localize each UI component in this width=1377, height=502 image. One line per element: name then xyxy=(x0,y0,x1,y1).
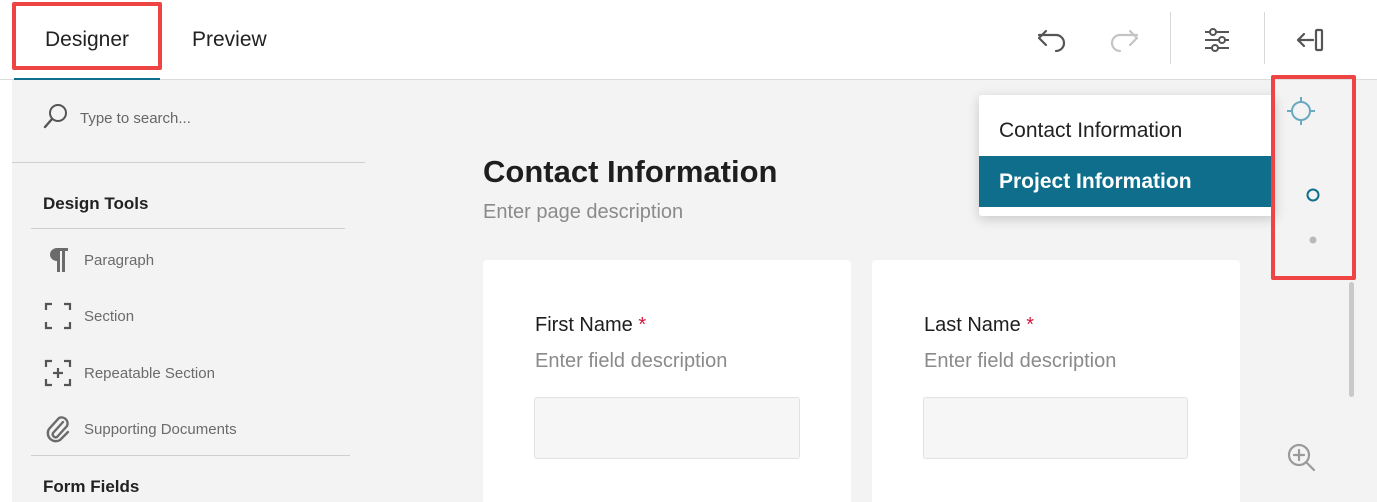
collapse-panel-icon[interactable] xyxy=(1291,20,1331,60)
field-label: Last Name * xyxy=(924,314,1034,337)
tool-repeatable-section[interactable]: Repeatable Section xyxy=(44,359,215,387)
zoom-in-icon[interactable] xyxy=(1284,440,1318,474)
divider xyxy=(12,162,365,163)
first-name-input[interactable] xyxy=(534,397,800,459)
tab-preview[interactable]: Preview xyxy=(192,0,267,80)
left-panel: Design Tools Paragraph Section Repeatabl… xyxy=(12,80,375,502)
design-tools-title: Design Tools xyxy=(43,194,149,213)
tool-paragraph[interactable]: Paragraph xyxy=(44,246,154,274)
tool-supporting-documents-label: Supporting Documents xyxy=(84,420,237,438)
required-asterisk: * xyxy=(638,314,647,336)
tool-repeatable-section-label: Repeatable Section xyxy=(84,364,215,382)
required-asterisk: * xyxy=(1026,314,1035,336)
settings-sliders-icon[interactable] xyxy=(1197,20,1237,60)
last-name-input[interactable] xyxy=(923,397,1188,459)
divider xyxy=(31,228,345,229)
tool-paragraph-label: Paragraph xyxy=(84,251,155,269)
page-nav-item[interactable]: Contact Information xyxy=(979,105,1271,156)
field-description: Enter field description xyxy=(924,350,1117,372)
field-label: First Name * xyxy=(535,314,646,337)
page-nav-dropdown: Contact Information Project Information xyxy=(979,95,1275,216)
search-input[interactable] xyxy=(80,110,300,127)
page-description[interactable]: Enter page description xyxy=(483,201,683,224)
field-description: Enter field description xyxy=(535,350,728,372)
divider xyxy=(31,455,350,456)
repeatable-section-icon xyxy=(44,359,72,387)
page-title[interactable]: Contact Information xyxy=(483,154,778,190)
page-nav-item-selected[interactable]: Project Information xyxy=(979,156,1271,207)
page-dot-icon[interactable] xyxy=(1307,234,1319,246)
scrollbar[interactable] xyxy=(1349,282,1354,397)
paperclip-icon xyxy=(44,415,72,443)
field-card-first-name[interactable]: First Name * Enter field description xyxy=(483,260,851,502)
paragraph-icon xyxy=(44,246,72,274)
undo-icon[interactable] xyxy=(1032,20,1072,60)
crosshair-icon[interactable] xyxy=(1284,94,1318,128)
redo-icon[interactable] xyxy=(1104,20,1144,60)
top-bar: Designer Preview xyxy=(0,0,1377,81)
tool-supporting-documents[interactable]: Supporting Documents xyxy=(44,415,237,443)
tab-designer[interactable]: Designer xyxy=(14,0,160,81)
toolbar-divider xyxy=(1264,12,1265,64)
tool-section-label: Section xyxy=(84,307,135,325)
tab-designer-label: Designer xyxy=(44,28,130,51)
page-dot-current-icon[interactable] xyxy=(1304,186,1322,204)
tab-preview-label: Preview xyxy=(192,28,267,51)
form-fields-title: Form Fields xyxy=(43,477,140,496)
field-label-text: First Name xyxy=(535,314,633,336)
field-card-last-name[interactable]: Last Name * Enter field description xyxy=(872,260,1240,502)
search-icon xyxy=(42,102,70,135)
toolbar-divider xyxy=(1170,12,1171,64)
section-icon xyxy=(44,302,72,330)
search-bar xyxy=(42,102,300,135)
tool-section[interactable]: Section xyxy=(44,302,134,330)
field-label-text: Last Name xyxy=(924,314,1021,336)
